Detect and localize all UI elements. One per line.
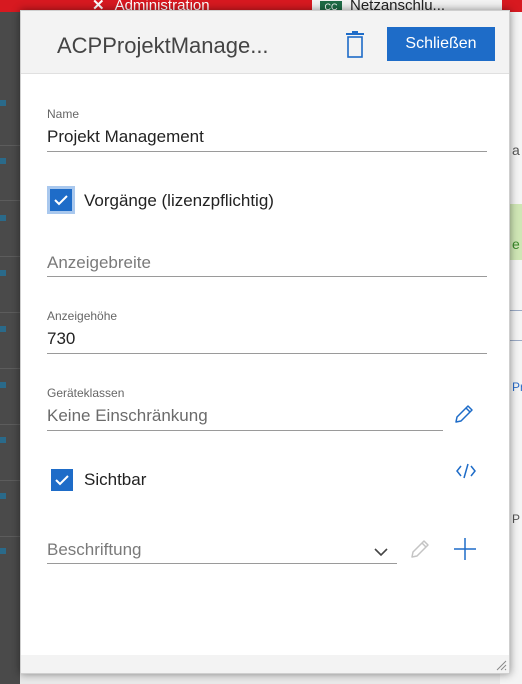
- beschriftung-underline: [47, 563, 397, 564]
- pencil-icon: [455, 405, 473, 423]
- plus-icon: [454, 538, 476, 560]
- geraeteklassen-input[interactable]: Keine Einschränkung: [47, 406, 208, 426]
- close-button[interactable]: Schließen: [387, 27, 495, 61]
- left-row-marker: [0, 158, 6, 164]
- dialog-title: ACPProjektManage...: [57, 33, 269, 58]
- beschriftung-select[interactable]: Beschriftung: [47, 540, 142, 560]
- dialog-header: ACPProjektManage... Schließen: [21, 11, 509, 74]
- background-link[interactable]: Pr: [512, 380, 522, 394]
- background-divider: [510, 340, 522, 341]
- left-row-divider: [0, 368, 20, 369]
- chevron-down-icon: [374, 548, 388, 557]
- checkmark-icon: [54, 195, 68, 206]
- name-input[interactable]: Projekt Management: [47, 127, 204, 147]
- edit-beschriftung-button[interactable]: [409, 538, 431, 565]
- edit-geraeteklassen-button[interactable]: [453, 403, 475, 430]
- left-row-divider: [0, 424, 20, 425]
- resize-grip-icon[interactable]: [495, 659, 507, 671]
- anzeigehoehe-input[interactable]: 730: [47, 329, 75, 349]
- anzeigehoehe-label: Anzeigehöhe: [47, 309, 118, 323]
- sichtbar-label: Sichtbar: [84, 470, 147, 489]
- background-left-panel: [0, 12, 20, 684]
- left-row-divider: [0, 536, 20, 537]
- left-row-marker: [0, 382, 6, 388]
- left-row-marker: [0, 215, 6, 221]
- left-row-marker: [0, 548, 6, 554]
- vorgaenge-checkbox[interactable]: [47, 186, 75, 214]
- background-text: a: [512, 142, 520, 158]
- geraeteklassen-underline: [47, 430, 443, 431]
- dialog-footer: [21, 655, 509, 673]
- checkmark-icon: [55, 475, 69, 486]
- anzeigehoehe-underline: [47, 353, 487, 354]
- sichtbar-checkbox[interactable]: [51, 469, 73, 491]
- left-row-divider: [0, 480, 20, 481]
- anzeigebreite-input[interactable]: Anzeigebreite: [47, 253, 151, 273]
- trash-icon: [346, 31, 364, 58]
- code-editor-button[interactable]: [455, 461, 477, 486]
- left-row-marker: [0, 270, 6, 276]
- left-row-divider: [0, 312, 20, 313]
- left-row-marker: [0, 100, 6, 106]
- left-row-divider: [0, 145, 20, 146]
- anzeigebreite-underline: [47, 276, 487, 277]
- add-beschriftung-button[interactable]: [453, 537, 477, 566]
- vorgaenge-label: Vorgänge (lizenzpflichtig): [84, 191, 274, 210]
- pencil-icon: [411, 540, 429, 558]
- name-label: Name: [47, 107, 80, 121]
- edit-dialog: ACPProjektManage... Schließen Name Proje…: [20, 10, 510, 674]
- left-row-marker: [0, 493, 6, 499]
- left-row-marker: [0, 326, 6, 332]
- background-divider: [510, 310, 522, 311]
- name-underline: [47, 151, 487, 152]
- geraeteklassen-label: Geräteklassen: [47, 386, 125, 400]
- code-icon: [456, 463, 476, 479]
- background-text: e: [512, 236, 520, 252]
- beschriftung-dropdown-toggle[interactable]: [374, 544, 388, 562]
- background-text: P: [512, 512, 521, 526]
- left-row-divider: [0, 256, 20, 257]
- left-row-marker: [0, 437, 6, 443]
- left-row-divider: [0, 200, 20, 201]
- delete-button[interactable]: [343, 31, 367, 59]
